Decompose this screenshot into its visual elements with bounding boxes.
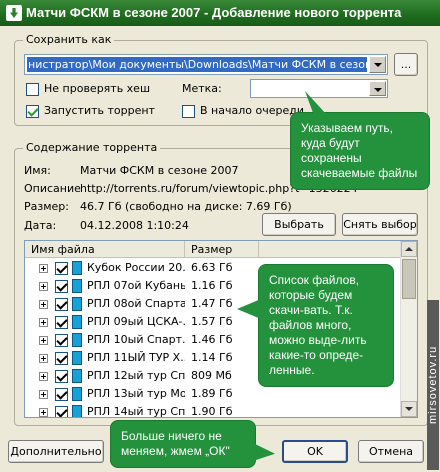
callout-ok: Больше ничего не меняем, жмем „ОК" bbox=[110, 420, 256, 468]
file-checkbox[interactable] bbox=[55, 370, 68, 383]
file-name: РПЛ 14ый тур Сп... bbox=[87, 405, 185, 418]
expand-icon[interactable] bbox=[39, 300, 48, 309]
file-size: 1.46 Гб bbox=[191, 333, 233, 346]
window-title: Матчи ФСКМ в сезоне 2007 - Добавление но… bbox=[26, 5, 402, 20]
file-row[interactable]: РПЛ 13ый тур Мо... 1.89 Гб bbox=[25, 385, 400, 403]
file-checkbox[interactable] bbox=[55, 262, 68, 275]
browse-button[interactable]: ... bbox=[394, 53, 418, 76]
file-checkbox[interactable] bbox=[55, 280, 68, 293]
scroll-down-icon[interactable] bbox=[401, 401, 417, 417]
utorrent-app-icon bbox=[6, 5, 22, 21]
file-name: Кубок России 20... bbox=[87, 261, 185, 274]
file-icon bbox=[72, 333, 82, 347]
start-torrent-label: Запустить торрент bbox=[44, 104, 155, 117]
file-name: РПЛ 13ый тур Мо... bbox=[87, 387, 185, 400]
expand-icon[interactable] bbox=[39, 336, 48, 345]
file-checkbox[interactable] bbox=[55, 352, 68, 365]
select-all-button[interactable]: Выбрать все bbox=[262, 213, 336, 252]
file-name: РПЛ 11ЫЙ ТУР Х... bbox=[87, 351, 185, 364]
file-icon bbox=[72, 315, 82, 329]
torrent-content-group-label: Содержание торрента bbox=[23, 141, 161, 154]
column-header-filename[interactable]: Имя файла bbox=[25, 241, 185, 258]
file-size: 1.14 Гб bbox=[191, 351, 233, 364]
file-size: 1.47 Гб bbox=[191, 297, 233, 310]
expand-icon[interactable] bbox=[39, 372, 48, 381]
file-checkbox[interactable] bbox=[55, 316, 68, 329]
label-combo[interactable] bbox=[250, 79, 388, 98]
date-value: 04.12.2008 1:10:24 bbox=[80, 219, 189, 232]
file-size: 1.90 Гб bbox=[191, 405, 233, 418]
scroll-up-icon[interactable] bbox=[401, 241, 417, 257]
file-name: РПЛ 09ый ЦСКА-... bbox=[87, 315, 185, 328]
file-icon bbox=[72, 279, 82, 293]
size-value: 46.7 Гб (свободно на диске: 7.69 Гб) bbox=[80, 200, 292, 213]
expand-icon[interactable] bbox=[39, 354, 48, 363]
label-dropdown-icon[interactable] bbox=[369, 81, 386, 96]
name-value: Матчи ФСКМ в сезоне 2007 bbox=[80, 164, 239, 177]
file-checkbox[interactable] bbox=[55, 298, 68, 311]
file-list-scrollbar[interactable] bbox=[400, 241, 417, 417]
title-bar: Матчи ФСКМ в сезоне 2007 - Добавление но… bbox=[0, 0, 440, 26]
callout-file-list: Список файлов, которые будем скачи-вать.… bbox=[258, 264, 394, 387]
file-row[interactable]: РПЛ 14ый тур Сп... 1.90 Гб bbox=[25, 403, 400, 418]
queue-top-checkbox[interactable] bbox=[182, 105, 195, 118]
file-name: РПЛ 08ой Спарта... bbox=[87, 297, 185, 310]
expand-icon[interactable] bbox=[39, 408, 48, 417]
save-path-value[interactable]: нистратор\Мои документы\Downloads\Матчи … bbox=[27, 57, 367, 72]
file-list-header: Имя файла Размер bbox=[25, 241, 417, 258]
file-name: РПЛ 10ый Спарт... bbox=[87, 333, 185, 346]
file-size: 1.57 Гб bbox=[191, 315, 233, 328]
file-icon bbox=[72, 261, 82, 275]
expand-icon[interactable] bbox=[39, 282, 48, 291]
watermark-site: mirsovetov.ru bbox=[427, 300, 439, 470]
save-as-group-label: Сохранить как bbox=[23, 33, 115, 46]
ok-button[interactable]: OK bbox=[282, 440, 348, 463]
queue-top-label: В начало очереди bbox=[200, 104, 304, 117]
file-icon bbox=[72, 405, 82, 417]
label-caption: Метка: bbox=[182, 82, 222, 95]
file-size: 6.63 Гб bbox=[191, 261, 233, 274]
size-key: Размер: bbox=[24, 200, 69, 213]
expand-icon[interactable] bbox=[39, 390, 48, 399]
column-header-size[interactable]: Размер bbox=[185, 241, 259, 258]
file-icon bbox=[72, 369, 82, 383]
save-path-dropdown-icon[interactable] bbox=[369, 56, 386, 73]
expand-icon[interactable] bbox=[39, 318, 48, 327]
file-icon bbox=[72, 387, 82, 401]
file-size: 1.89 Гб bbox=[191, 387, 233, 400]
name-key: Имя: bbox=[24, 164, 51, 177]
file-checkbox[interactable] bbox=[55, 388, 68, 401]
date-key: Дата: bbox=[24, 219, 57, 232]
file-icon bbox=[72, 297, 82, 311]
file-name: РПЛ 12ый тур Сп... bbox=[87, 369, 185, 382]
callout-save-path: Указываем путь, куда будут сохранены ска… bbox=[290, 112, 430, 190]
file-name: РПЛ 07ой Кубань... bbox=[87, 279, 185, 292]
file-size: 809 Мб bbox=[191, 369, 232, 382]
advanced-button[interactable]: Дополнительно bbox=[8, 440, 104, 463]
file-size: 1.16 Гб bbox=[191, 279, 233, 292]
save-path-combo[interactable]: нистратор\Мои документы\Downloads\Матчи … bbox=[24, 54, 388, 75]
file-checkbox[interactable] bbox=[55, 406, 68, 417]
expand-icon[interactable] bbox=[39, 264, 48, 273]
description-key: Описание bbox=[24, 182, 81, 195]
deselect-all-button[interactable]: Снять выбор bbox=[342, 213, 418, 236]
no-hash-check-label: Не проверять хеш bbox=[44, 82, 151, 95]
file-icon bbox=[72, 351, 82, 365]
file-checkbox[interactable] bbox=[55, 334, 68, 347]
scroll-thumb[interactable] bbox=[402, 259, 416, 299]
no-hash-check-checkbox[interactable] bbox=[26, 83, 39, 96]
cancel-button[interactable]: Отмена bbox=[358, 440, 424, 463]
start-torrent-checkbox[interactable] bbox=[26, 105, 39, 118]
